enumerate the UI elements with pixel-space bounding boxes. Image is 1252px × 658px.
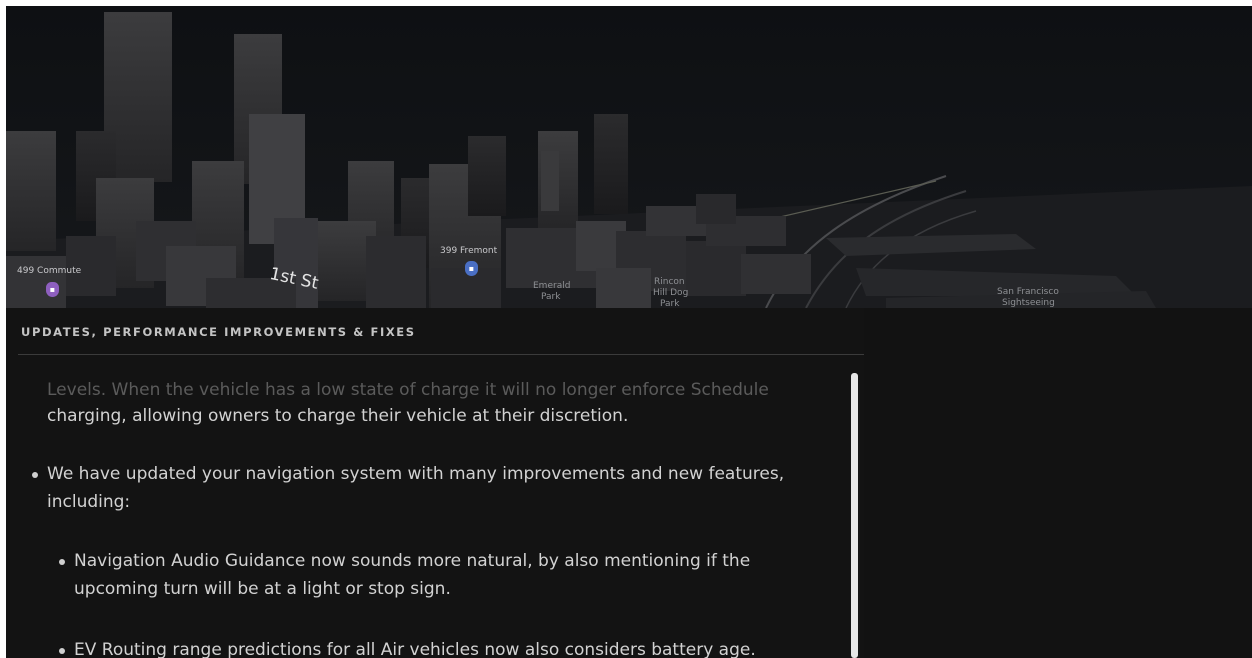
ev-routing-text: EV Routing range predictions for all Air…: [74, 640, 756, 658]
screen: ▪ 499 Commute 399 Fremont ▪ Emerald Park…: [6, 6, 1252, 658]
poi-label-399-fremont[interactable]: 399 Fremont: [440, 246, 497, 256]
release-notes-scroll[interactable]: Levels. When the vehicle has a low state…: [6, 356, 851, 658]
bullet-dot: [32, 472, 38, 478]
note-line: charging, allowing owners to charge thei…: [47, 406, 629, 426]
release-notes-panel: UPDATES, PERFORMANCE IMPROVEMENTS & FIXE…: [6, 308, 864, 658]
map-3d-buildings: [6, 12, 1252, 308]
nav-update-text-cont: including:: [47, 492, 131, 512]
poi-label-san-francisco[interactable]: San Francisco: [997, 287, 1059, 297]
audio-guidance-text-cont: upcoming turn will be at a light or stop…: [74, 579, 451, 599]
divider: [18, 354, 864, 355]
sub-bullet-dot: [59, 559, 65, 565]
commute-pin-icon[interactable]: ▪: [46, 282, 59, 297]
panel-title: UPDATES, PERFORMANCE IMPROVEMENTS & FIXE…: [21, 325, 416, 339]
poi-label-hill-dog[interactable]: Hill Dog: [653, 288, 688, 298]
poi-label-sightseeing[interactable]: Sightseeing: [1002, 298, 1055, 308]
note-line-faded: Levels. When the vehicle has a low state…: [47, 380, 769, 400]
map-view[interactable]: ▪ 499 Commute 399 Fremont ▪ Emerald Park…: [6, 6, 1252, 308]
poi-label-rincon-park[interactable]: Park: [660, 299, 679, 308]
poi-label-rincon[interactable]: Rincon: [654, 277, 685, 287]
poi-label-emerald[interactable]: Emerald: [533, 281, 570, 291]
poi-label-park[interactable]: Park: [541, 292, 560, 302]
nav-update-text: We have updated your navigation system w…: [47, 464, 785, 484]
audio-guidance-text: Navigation Audio Guidance now sounds mor…: [74, 551, 751, 571]
building-pin-icon[interactable]: ▪: [465, 261, 478, 276]
right-empty-area: [864, 308, 1252, 658]
poi-label-499-commute[interactable]: 499 Commute: [17, 266, 81, 276]
sub-bullet-dot: [59, 648, 65, 654]
scrollbar[interactable]: [851, 373, 858, 658]
